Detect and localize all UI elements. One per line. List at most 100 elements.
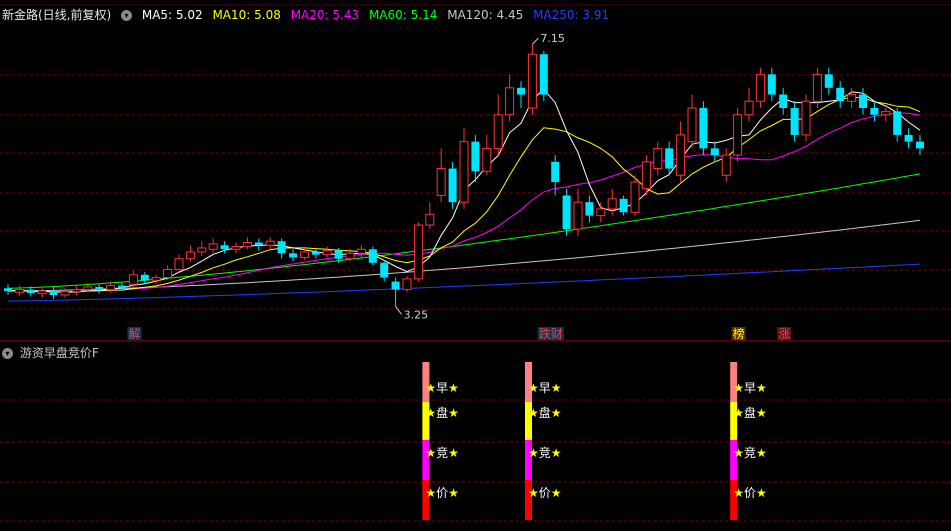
candle-body	[174, 258, 184, 270]
candle-body	[607, 198, 617, 210]
candle-body	[710, 148, 719, 156]
candle	[482, 134, 492, 176]
candle	[128, 270, 138, 287]
price-annotation-0: 7.15	[540, 32, 565, 45]
candle-body	[106, 285, 116, 291]
candle	[744, 87, 754, 122]
candle	[71, 285, 81, 296]
candle-body	[391, 281, 400, 290]
annotation-arrow	[532, 37, 539, 45]
candle-body	[471, 141, 480, 172]
candle	[185, 245, 195, 262]
candle	[790, 101, 799, 142]
candle-body	[641, 161, 651, 190]
candle-body	[49, 290, 58, 296]
candle	[436, 148, 446, 203]
candle-body	[459, 141, 469, 203]
candle	[208, 238, 218, 254]
candle	[356, 245, 366, 258]
candle-body	[573, 201, 583, 230]
candle-body	[265, 240, 275, 246]
candle	[733, 108, 743, 162]
candle	[893, 108, 902, 142]
candle	[14, 285, 24, 297]
candle	[699, 101, 708, 156]
candle	[95, 284, 104, 294]
signal-label: ★盘★	[425, 405, 459, 420]
candle	[425, 202, 435, 230]
candle-body	[630, 181, 640, 213]
candle-body	[812, 73, 822, 102]
candle	[311, 247, 320, 259]
candle	[710, 141, 719, 162]
expand-icon[interactable]: ▾	[121, 10, 133, 21]
candle-body	[744, 100, 754, 116]
price-annotation-1: 3.25	[404, 308, 429, 321]
candle	[505, 74, 515, 122]
candle-body	[767, 74, 776, 95]
candle-body	[676, 134, 686, 176]
candle	[254, 238, 263, 251]
candle-body	[128, 274, 138, 285]
candle	[585, 195, 594, 223]
candle	[289, 249, 297, 262]
candle-body	[4, 288, 12, 291]
signal-label: ★早★	[733, 381, 767, 395]
candle	[4, 284, 12, 296]
candle-body	[231, 246, 241, 250]
signal-label: ★价★	[425, 486, 459, 500]
ma5-label: MA5: 5.02	[141, 8, 203, 22]
candle-body	[26, 289, 35, 293]
candle	[471, 134, 480, 182]
candle-body	[254, 242, 263, 246]
candle-body	[721, 154, 731, 176]
candle-body	[448, 168, 457, 203]
candle-body	[60, 291, 70, 296]
indicator-header: ▾ 游资早盘竞价F	[2, 344, 99, 361]
candle-body	[551, 161, 560, 182]
candle	[596, 202, 606, 223]
candle	[242, 237, 252, 250]
indicator-title: 游资早盘竞价F	[19, 346, 99, 360]
candle	[539, 50, 548, 102]
candle-body	[562, 195, 571, 230]
signal-label: ★竞★	[733, 446, 767, 460]
indicator-expand-icon[interactable]: ▾	[2, 348, 13, 359]
candle	[779, 87, 788, 115]
candle	[265, 237, 275, 250]
signal-label: ★竞★	[528, 446, 562, 460]
candle-body	[527, 53, 537, 109]
signal-label: ★竞★	[425, 446, 459, 460]
signal-label: ★价★	[528, 486, 562, 500]
ma120-label: MA120: 4.45	[447, 8, 524, 22]
candle-body	[755, 73, 765, 102]
candle	[493, 94, 503, 156]
candle-body	[836, 87, 845, 102]
chart-svg: 7.15 3.25 解 跌财 榜 涨 ★早★ ★盘★ ★竞★ ★价★ ★早★ ★盘★ ★竞★ ★价★ ★早★…	[0, 4, 951, 522]
candle-body	[493, 114, 503, 149]
stock-title: 新金路(日线,前复权)	[2, 8, 112, 22]
candle	[721, 148, 731, 182]
candle-body	[790, 108, 799, 135]
candle-body	[505, 87, 515, 116]
candle	[607, 188, 617, 216]
candle	[380, 260, 389, 282]
candle-body	[71, 289, 81, 293]
candle	[391, 277, 400, 307]
candle	[619, 195, 628, 216]
candle	[231, 242, 241, 254]
candle	[904, 128, 913, 149]
ma20-label: MA20: 5.43	[290, 8, 360, 22]
candle	[402, 276, 412, 293]
signal-label: ★盘★	[733, 405, 767, 420]
candle-body	[779, 94, 788, 108]
candle-body	[322, 250, 332, 256]
signal-label: ★盘★	[528, 405, 562, 420]
candle	[755, 67, 765, 108]
candle-body	[380, 262, 389, 278]
candle-body	[870, 108, 879, 115]
candle-body	[277, 241, 286, 254]
candle	[174, 254, 184, 271]
candle-body	[665, 148, 674, 169]
candle-body	[95, 286, 104, 290]
